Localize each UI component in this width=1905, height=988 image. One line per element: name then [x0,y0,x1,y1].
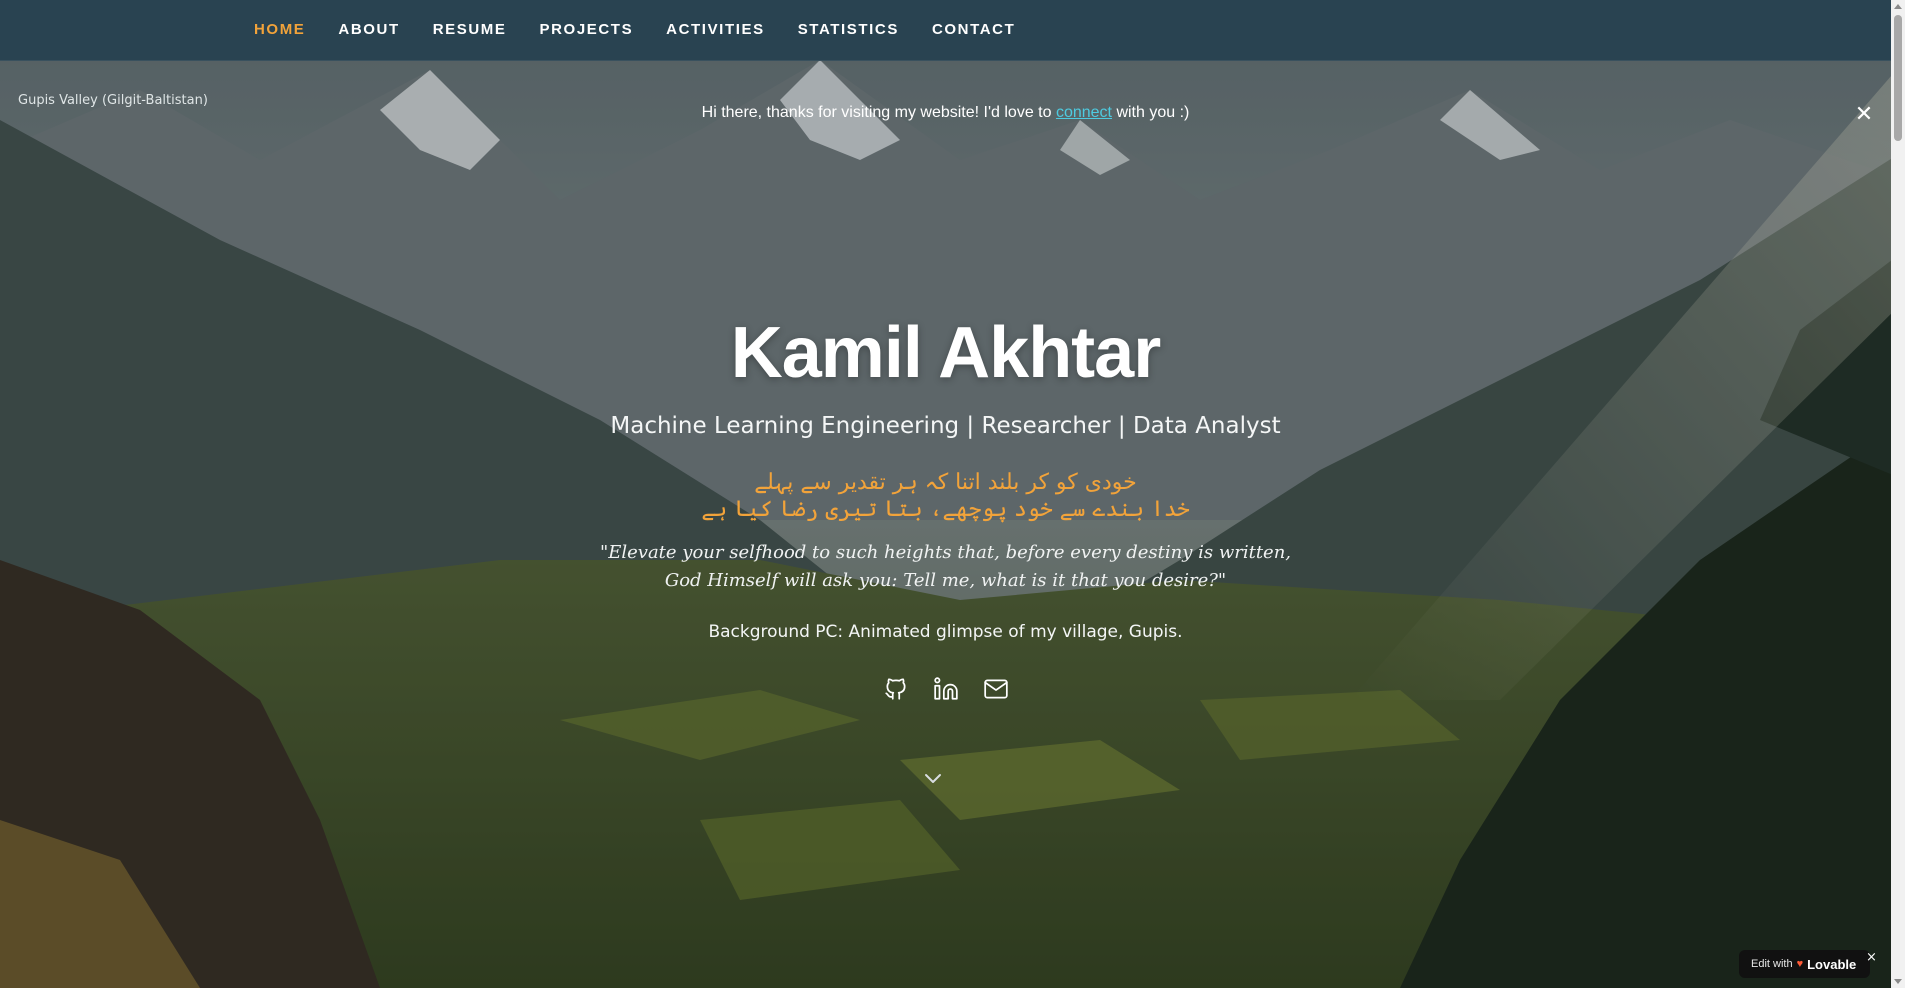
lovable-brand: Lovable [1807,956,1857,972]
nav-about[interactable]: ABOUT [338,21,399,38]
hero-role: Machine Learning Engineering | Researche… [610,413,1281,439]
lovable-prefix: Edit with [1751,958,1793,970]
linkedin-icon[interactable] [933,676,959,702]
urdu-verse-line-2: خدا بندے سے خود پوچھے، بتا تیری رضا کیا … [701,497,1190,522]
social-links [0,676,1891,702]
quote-line-2: God Himself will ask you: Tell me, what … [664,570,1227,591]
banner-text-after: with you :) [1112,104,1190,121]
banner-close-icon[interactable]: ✕ [1853,104,1875,126]
nav-list: HOME ABOUT RESUME PROJECTS ACTIVITIES ST… [254,0,1015,56]
quote-line-1: "Elevate your selfhood to such heights t… [599,542,1292,563]
scroll-thumb[interactable] [1894,15,1902,141]
scroll-down-arrow-icon[interactable] [1894,979,1902,984]
lovable-close-icon[interactable]: × [1866,950,1877,965]
nav-contact[interactable]: CONTACT [932,21,1015,38]
lovable-badge[interactable]: Edit with ♥ Lovable [1739,950,1871,978]
nav-projects[interactable]: PROJECTS [540,21,634,38]
welcome-banner: Hi there, thanks for visiting my website… [0,104,1891,122]
chevron-down-icon[interactable] [921,768,945,788]
nav-resume[interactable]: RESUME [433,21,507,38]
page: HOME ABOUT RESUME PROJECTS ACTIVITIES ST… [0,0,1905,988]
page-scrollbar[interactable] [1891,0,1905,988]
scroll-up-arrow-icon[interactable] [1894,4,1902,9]
urdu-verse-line-1: خودی کو کر بلند اتنا کہ ہر تقدیر سے پہلے [754,470,1137,495]
lovable-heart-icon: ♥ [1796,958,1804,970]
nav-statistics[interactable]: STATISTICS [798,21,899,38]
nav-home[interactable]: HOME [254,21,305,38]
banner-connect-link[interactable]: connect [1056,104,1112,121]
mail-icon[interactable] [983,676,1009,702]
hero-name: Kamil Akhtar [730,313,1161,393]
top-navbar: HOME ABOUT RESUME PROJECTS ACTIVITIES ST… [0,0,1891,61]
nav-activities[interactable]: ACTIVITIES [666,21,765,38]
banner-text-before: Hi there, thanks for visiting my website… [701,104,1056,121]
github-icon[interactable] [883,676,909,702]
background-note: Background PC: Animated glimpse of my vi… [708,622,1183,642]
